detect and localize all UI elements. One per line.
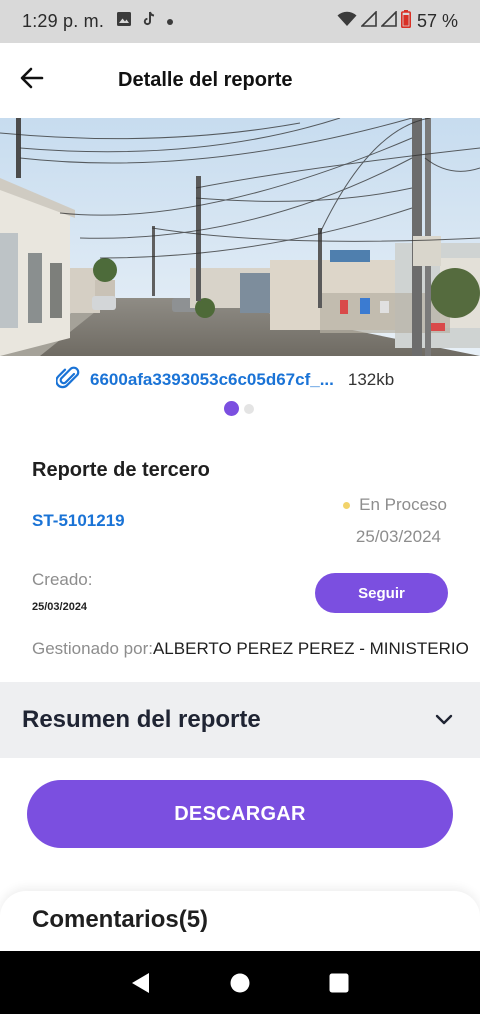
wifi-icon bbox=[337, 11, 357, 32]
attachment-size: 132kb bbox=[347, 370, 395, 389]
follow-button[interactable]: Seguir bbox=[315, 573, 448, 613]
nav-recents-icon[interactable] bbox=[319, 963, 359, 1003]
report-date: 25/03/2024 bbox=[355, 527, 441, 546]
signal-icon bbox=[360, 10, 377, 32]
attachment-link[interactable]: 6600afa3393053c6c05d67cf_... bbox=[55, 365, 334, 396]
arrow-left-icon bbox=[20, 67, 44, 94]
battery-percent: 57 % bbox=[416, 11, 458, 31]
image-icon bbox=[116, 11, 132, 32]
attachment-name: 6600afa3393053c6c05d67cf_... bbox=[90, 370, 334, 389]
summary-accordion[interactable]: Resumen del reporte bbox=[0, 682, 480, 758]
chevron-down-icon[interactable] bbox=[434, 714, 454, 726]
page-title: Detalle del reporte bbox=[118, 69, 293, 91]
report-photo[interactable] bbox=[0, 118, 480, 356]
status-label: En Proceso bbox=[359, 495, 447, 514]
download-button[interactable]: DESCARGAR bbox=[27, 780, 453, 848]
nav-back-icon[interactable] bbox=[121, 963, 161, 1003]
app-bar: Detalle del reporte bbox=[0, 43, 480, 118]
battery-low-icon bbox=[400, 10, 411, 33]
system-icons: 57 % bbox=[337, 10, 458, 33]
summary-title: Resumen del reporte bbox=[22, 706, 261, 733]
comments-sheet[interactable]: Comentarios(5) bbox=[0, 891, 480, 951]
status-dot-icon bbox=[343, 501, 351, 509]
carousel-dot[interactable] bbox=[244, 403, 254, 414]
system-nav-bar bbox=[0, 951, 480, 1014]
dot-icon bbox=[166, 13, 174, 31]
created-label: Creado: bbox=[32, 570, 93, 589]
nav-home-icon[interactable] bbox=[220, 963, 260, 1003]
created-date: 25/03/2024 bbox=[32, 601, 88, 613]
carousel-dot-active[interactable] bbox=[224, 401, 239, 416]
carousel-dots bbox=[224, 401, 254, 416]
paperclip-icon bbox=[55, 365, 80, 396]
managed-label: Gestionado por: bbox=[32, 639, 153, 658]
back-button[interactable] bbox=[0, 43, 64, 118]
status-bar: 1:29 p. m. 57 % bbox=[0, 0, 480, 43]
status-indicator: En Proceso bbox=[343, 495, 447, 515]
report-type: Reporte de tercero bbox=[32, 459, 210, 481]
report-id[interactable]: ST-5101219 bbox=[32, 511, 125, 531]
comments-title: Comentarios(5) bbox=[32, 906, 209, 933]
attachment-row: 6600afa3393053c6c05d67cf_... 132kb bbox=[55, 365, 395, 396]
notification-icons bbox=[116, 11, 174, 32]
tiktok-icon bbox=[142, 11, 156, 32]
signal-icon bbox=[380, 10, 397, 32]
street-photo bbox=[0, 118, 480, 356]
status-time: 1:29 p. m. bbox=[22, 11, 105, 31]
managed-by-value: ALBERTO PEREZ PEREZ - MINISTERIO bbox=[152, 639, 469, 658]
managed-by-row: Gestionado por:ALBERTO PEREZ PEREZ - MIN… bbox=[32, 639, 480, 659]
